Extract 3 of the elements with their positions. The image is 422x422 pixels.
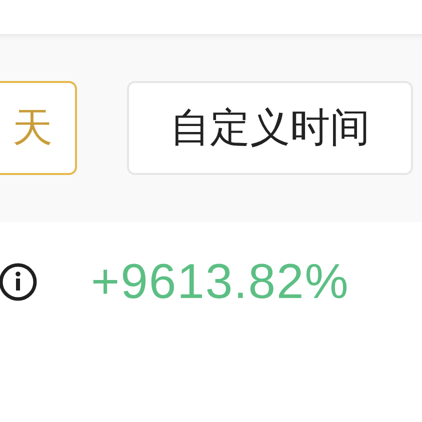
time-tab[interactable]: 自定义时间 [127, 81, 413, 175]
return-rate: +9613.82% [91, 258, 350, 306]
info-icon[interactable] [0, 262, 38, 302]
